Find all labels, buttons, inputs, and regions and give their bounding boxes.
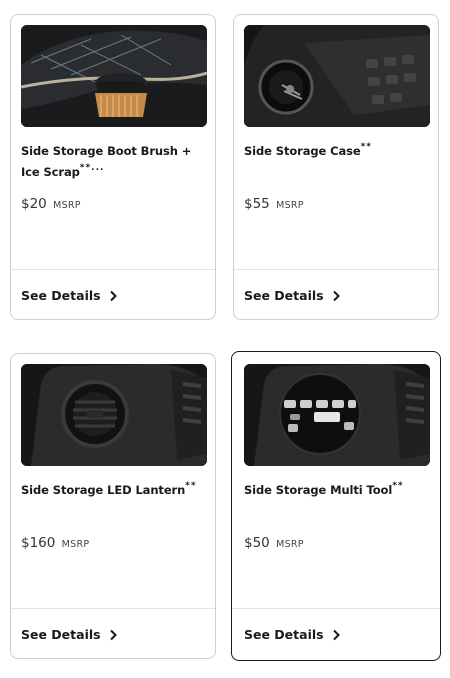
product-title: Side Storage Multi Tool** <box>244 481 404 497</box>
storage-case-image <box>244 25 430 127</box>
product-card-storage-case[interactable]: Side Storage Case** $55 MSRP See Details <box>233 14 439 320</box>
see-details-link[interactable]: See Details <box>21 627 118 642</box>
card-divider <box>11 608 215 609</box>
product-card-led-lantern[interactable]: Side Storage LED Lantern** $160 MSRP See… <box>10 353 216 659</box>
see-details-link[interactable]: See Details <box>244 627 341 642</box>
product-title: Side Storage Case** <box>244 142 372 158</box>
product-title: Side Storage LED Lantern** <box>21 481 197 497</box>
boot-brush-image <box>21 25 207 127</box>
product-price: $50 MSRP <box>244 535 304 551</box>
card-divider <box>232 608 440 609</box>
chevron-right-icon <box>109 629 117 640</box>
product-price: $55 MSRP <box>244 196 304 212</box>
led-lantern-image <box>21 364 207 466</box>
product-title: Side Storage Boot Brush + Ice Scrap**... <box>21 144 192 179</box>
multi-tool-image <box>244 364 430 466</box>
chevron-right-icon <box>332 629 340 640</box>
see-details-link[interactable]: See Details <box>244 288 341 303</box>
chevron-right-icon <box>332 290 340 301</box>
chevron-right-icon <box>109 290 117 301</box>
see-details-link[interactable]: See Details <box>21 288 118 303</box>
card-divider <box>11 269 215 270</box>
card-divider <box>234 269 438 270</box>
product-price: $160 MSRP <box>21 535 90 551</box>
product-card-boot-brush[interactable]: Side Storage Boot Brush + Ice Scrap**...… <box>10 14 216 320</box>
product-price: $20 MSRP <box>21 196 81 212</box>
product-card-multi-tool[interactable]: Side Storage Multi Tool** $50 MSRP See D… <box>231 351 441 661</box>
